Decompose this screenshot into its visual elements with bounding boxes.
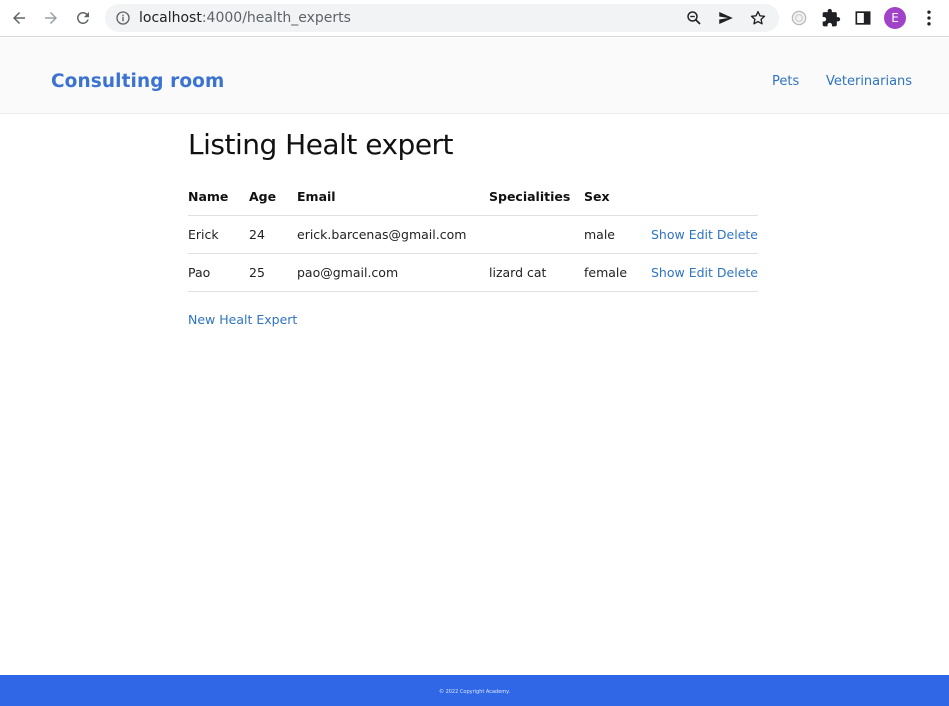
cell-email: pao@gmail.com <box>297 253 489 292</box>
browser-toolbar: localhost:4000/health_experts E <box>0 0 949 37</box>
cell-sex: female <box>584 253 651 292</box>
url-text[interactable]: localhost:4000/health_experts <box>139 9 351 27</box>
puzzle-icon[interactable] <box>821 8 841 28</box>
zoom-icon[interactable] <box>685 9 703 27</box>
page-title: Listing Healt expert <box>188 128 454 161</box>
show-link[interactable]: Show <box>651 265 685 280</box>
url-path: :4000/health_experts <box>201 10 351 26</box>
kebab-menu-icon[interactable] <box>919 8 939 28</box>
column-header-sex: Sex <box>584 178 651 216</box>
cell-name: Erick <box>188 215 249 254</box>
cell-age: 24 <box>249 215 297 254</box>
profile-avatar[interactable]: E <box>884 7 906 29</box>
brand-title[interactable]: Consulting room <box>51 71 224 92</box>
table-row: Erick 24 erick.barcenas@gmail.com male S… <box>188 215 758 254</box>
column-header-name: Name <box>188 178 249 216</box>
column-header-email: Email <box>297 178 489 216</box>
edit-link[interactable]: Edit <box>689 265 713 280</box>
app-header: Consulting room Pets Veterinarians <box>0 38 949 114</box>
cell-email: erick.barcenas@gmail.com <box>297 215 489 254</box>
page-footer: © 2022 Copyright Academy. <box>0 675 949 706</box>
table-header-row: Name Age Email Specialities Sex <box>188 178 758 216</box>
edit-link[interactable]: Edit <box>689 227 713 242</box>
cell-sex: male <box>584 215 651 254</box>
delete-link[interactable]: Delete <box>717 227 758 242</box>
new-health-expert-link[interactable]: New Healt Expert <box>188 312 297 327</box>
column-header-actions <box>651 178 758 216</box>
side-panel-icon[interactable] <box>853 8 873 28</box>
extension-circle-icon[interactable] <box>789 8 809 28</box>
info-icon[interactable] <box>115 10 131 26</box>
address-bar[interactable]: localhost:4000/health_experts <box>105 4 779 32</box>
url-host: localhost <box>139 10 202 26</box>
cell-actions: Show Edit Delete <box>651 215 758 254</box>
column-header-age: Age <box>249 178 297 216</box>
nav-link-veterinarians[interactable]: Veterinarians <box>826 74 912 89</box>
cell-specialities <box>489 215 584 254</box>
cell-name: Pao <box>188 253 249 292</box>
forward-arrow-icon[interactable] <box>40 7 62 29</box>
delete-link[interactable]: Delete <box>717 265 758 280</box>
send-icon[interactable] <box>717 9 735 27</box>
cell-actions: Show Edit Delete <box>651 253 758 292</box>
table-row: Pao 25 pao@gmail.com lizard cat female S… <box>188 253 758 292</box>
show-link[interactable]: Show <box>651 227 685 242</box>
cell-age: 25 <box>249 253 297 292</box>
footer-copyright: © 2022 Copyright Academy. <box>438 689 511 695</box>
cell-specialities: lizard cat <box>489 253 584 292</box>
reload-icon[interactable] <box>72 7 94 29</box>
health-experts-table: Name Age Email Specialities Sex Erick 24… <box>188 178 758 292</box>
star-icon[interactable] <box>749 9 767 27</box>
back-arrow-icon[interactable] <box>8 7 30 29</box>
column-header-specialities: Specialities <box>489 178 584 216</box>
nav-link-pets[interactable]: Pets <box>772 74 799 89</box>
